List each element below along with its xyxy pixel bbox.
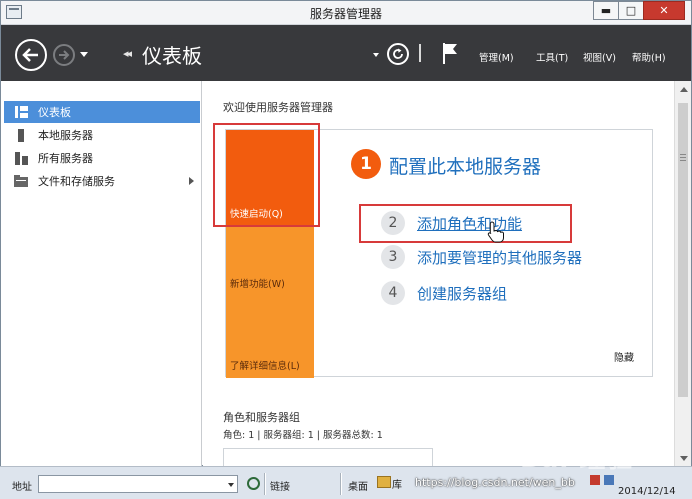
url-watermark: https://blog.csdn.net/wen_bb	[415, 476, 575, 489]
tile-learn-more[interactable]: 了解详细信息(L)	[226, 296, 314, 378]
vertical-scrollbar[interactable]	[674, 81, 691, 467]
sidebar-item-dashboard[interactable]: 仪表板	[4, 101, 200, 123]
sidebar-item-label: 文件和存储服务	[38, 175, 115, 188]
step-1-link[interactable]: 配置此本地服务器	[389, 152, 541, 179]
window-controls: ▬ □ ✕	[593, 1, 685, 21]
address-dropdown-icon[interactable]	[228, 483, 234, 487]
breadcrumb-dropdown-icon[interactable]	[373, 53, 379, 57]
address-label: 地址	[12, 482, 32, 493]
forward-button[interactable]	[53, 44, 75, 66]
arrow-left-icon	[22, 48, 38, 62]
grip-line	[680, 160, 686, 161]
file-storage-icon	[14, 175, 28, 187]
tile-label: 新增功能(W)	[230, 279, 285, 290]
clock-date: 2014/12/14	[618, 486, 676, 497]
maximize-button[interactable]: □	[618, 1, 644, 20]
window-title: 服务器管理器	[309, 7, 382, 21]
refresh-button[interactable]	[387, 43, 409, 65]
highlight-box-quick-start	[213, 123, 320, 227]
server-manager-window: 服务器管理器 ▬ □ ✕ ◂◂ 仪表板 管理(M) 工具(T) 视图(V) 帮助…	[0, 0, 692, 467]
toolbar-separator	[264, 473, 266, 495]
sidebar-item-file-storage[interactable]: 文件和存储服务	[4, 170, 200, 192]
dashboard-icon	[14, 106, 28, 118]
tray-volume-icon[interactable]	[604, 475, 614, 485]
tray-network-icon[interactable]	[590, 475, 600, 485]
scroll-thumb[interactable]	[678, 103, 688, 397]
title-bar: 服务器管理器 ▬ □ ✕	[1, 1, 691, 25]
menu-view[interactable]: 视图(V)	[583, 50, 616, 64]
breadcrumb-title: 仪表板	[142, 44, 202, 68]
desktop-label[interactable]: 桌面	[348, 478, 368, 493]
nav-separator	[419, 44, 421, 62]
step-link[interactable]: 添加要管理的其他服务器	[417, 247, 582, 268]
library-label[interactable]: 库	[392, 476, 402, 491]
step-number: 4	[381, 281, 405, 305]
tile-whats-new[interactable]: 新增功能(W)	[226, 226, 314, 296]
menu-help[interactable]: 帮助(H)	[632, 50, 666, 64]
sidebar-item-label: 本地服务器	[38, 129, 93, 142]
servers-icon	[14, 151, 28, 165]
menu-tools[interactable]: 工具(T)	[536, 50, 568, 64]
step-1-badge: 1	[351, 149, 381, 179]
step-4-create-group[interactable]: 4 创建服务器组	[381, 281, 507, 305]
scroll-up-icon[interactable]	[680, 87, 688, 92]
toolbar-separator	[340, 473, 342, 495]
close-button[interactable]: ✕	[643, 1, 685, 20]
roles-tile[interactable]	[223, 448, 433, 467]
server-icon	[14, 128, 28, 142]
breadcrumb-arrows-icon: ◂◂	[123, 47, 132, 60]
roles-heading: 角色和服务器组	[223, 411, 300, 424]
sidebar-item-label: 仪表板	[38, 106, 71, 119]
tile-label: 了解详细信息(L)	[230, 361, 300, 372]
highlight-box-add-roles	[359, 204, 572, 243]
go-icon[interactable]	[247, 477, 260, 490]
baidu-watermark: Bai 经验	[520, 444, 634, 474]
expand-arrow-icon[interactable]	[189, 177, 194, 185]
links-label[interactable]: 链接	[270, 478, 290, 493]
notifications-flag-icon[interactable]	[441, 41, 459, 65]
step-3-add-servers[interactable]: 3 添加要管理的其他服务器	[381, 245, 582, 269]
arrow-right-icon	[59, 50, 70, 60]
nav-bar: ◂◂ 仪表板 管理(M) 工具(T) 视图(V) 帮助(H)	[1, 25, 691, 81]
minimize-button[interactable]: ▬	[593, 1, 619, 20]
sidebar-item-all-servers[interactable]: 所有服务器	[4, 147, 200, 169]
dashboard-content: 欢迎使用服务器管理器 快速启动(Q) 新增功能(W) 了解详细信息(L) 1 配…	[203, 81, 674, 467]
step-number: 3	[381, 245, 405, 269]
history-dropdown-icon[interactable]	[80, 52, 88, 57]
sidebar-item-label: 所有服务器	[38, 152, 93, 165]
grip-line	[680, 154, 686, 155]
library-folder-icon[interactable]	[377, 476, 391, 488]
address-input[interactable]	[38, 475, 238, 493]
hand-cursor-icon	[487, 221, 504, 243]
grip-line	[680, 157, 686, 158]
sidebar: 仪表板 本地服务器 所有服务器 文件和存储服务	[1, 81, 202, 467]
refresh-icon	[393, 48, 403, 59]
sidebar-item-local-server[interactable]: 本地服务器	[4, 124, 200, 146]
step-link[interactable]: 创建服务器组	[417, 283, 507, 304]
back-button[interactable]	[15, 39, 47, 71]
hide-link[interactable]: 隐藏	[614, 349, 634, 364]
menu-manage[interactable]: 管理(M)	[479, 50, 514, 64]
welcome-heading: 欢迎使用服务器管理器	[223, 101, 333, 114]
scroll-down-icon[interactable]	[680, 456, 688, 461]
roles-summary: 角色: 1 | 服务器组: 1 | 服务器总数: 1	[223, 430, 383, 441]
